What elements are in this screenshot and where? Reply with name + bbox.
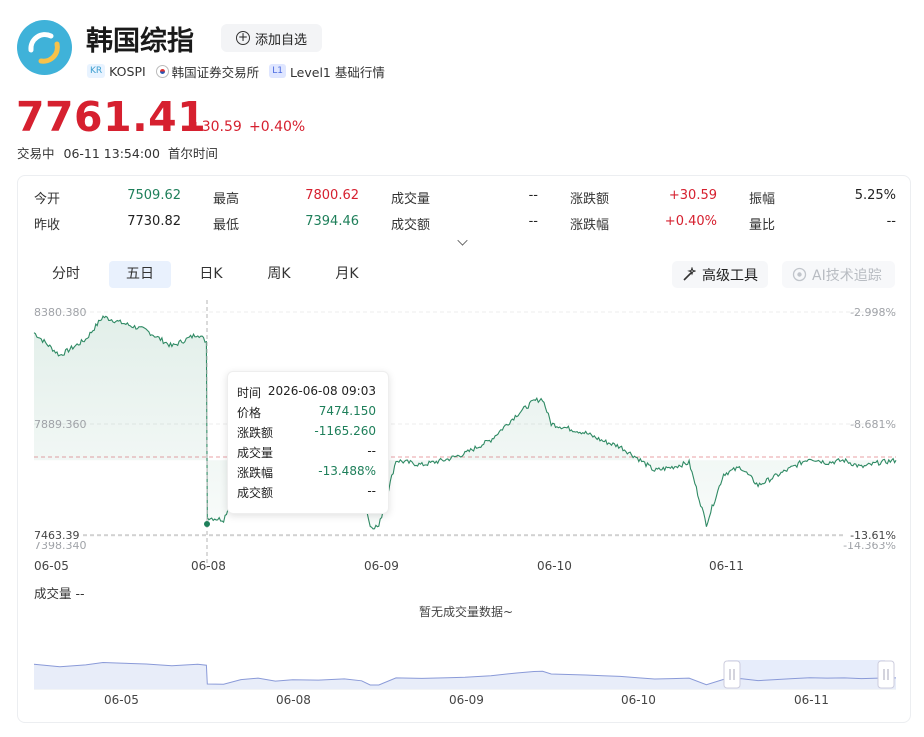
date-label-2: 06-09 bbox=[364, 559, 399, 573]
crosshair-price: 7463.39 bbox=[34, 529, 80, 542]
tooltip-row-change-pct: 涨跌幅 -13.488% bbox=[237, 464, 376, 480]
nav-date-1: 06-08 bbox=[276, 693, 311, 707]
navigator-handle-left[interactable] bbox=[723, 660, 741, 689]
crosshair-point bbox=[204, 521, 210, 527]
tooltip-row-change: 涨跌额 -1165.260 bbox=[237, 424, 376, 440]
price-area bbox=[33, 315, 897, 530]
axis-left-top: 8380.380 bbox=[34, 306, 87, 319]
axis-right-top: -2.998% bbox=[850, 306, 896, 319]
price-chart[interactable]: 8380.380 7889.360 7398.340 7463.39 -2.99… bbox=[0, 0, 924, 737]
navigator-handle-right[interactable] bbox=[877, 660, 895, 689]
crosshair-pct: -13.61% bbox=[850, 529, 896, 542]
date-label-0: 06-05 bbox=[34, 559, 69, 573]
nav-date-3: 06-10 bbox=[621, 693, 656, 707]
date-label-1: 06-08 bbox=[191, 559, 226, 573]
tooltip-row-turnover: 成交额 -- bbox=[237, 484, 376, 500]
tooltip-row-price: 价格 7474.150 bbox=[237, 404, 376, 420]
axis-right-mid: -8.681% bbox=[850, 418, 896, 431]
tooltip-row-time: 时间 2026-06-08 09:03 bbox=[237, 384, 376, 400]
no-volume-message: 暂无成交量数据~ bbox=[419, 605, 514, 619]
axis-left-mid: 7889.360 bbox=[34, 418, 87, 431]
date-label-3: 06-10 bbox=[537, 559, 572, 573]
tooltip-row-volume: 成交量 -- bbox=[237, 444, 376, 460]
nav-date-0: 06-05 bbox=[104, 693, 139, 707]
nav-date-4: 06-11 bbox=[794, 693, 829, 707]
nav-date-2: 06-09 bbox=[449, 693, 484, 707]
series-area-fill bbox=[34, 316, 896, 529]
chart-tooltip: 时间 2026-06-08 09:03 价格 7474.150 涨跌额 -1165.2… bbox=[227, 371, 389, 514]
volume-label: 成交量 -- bbox=[34, 586, 85, 601]
date-label-4: 06-11 bbox=[709, 559, 744, 573]
